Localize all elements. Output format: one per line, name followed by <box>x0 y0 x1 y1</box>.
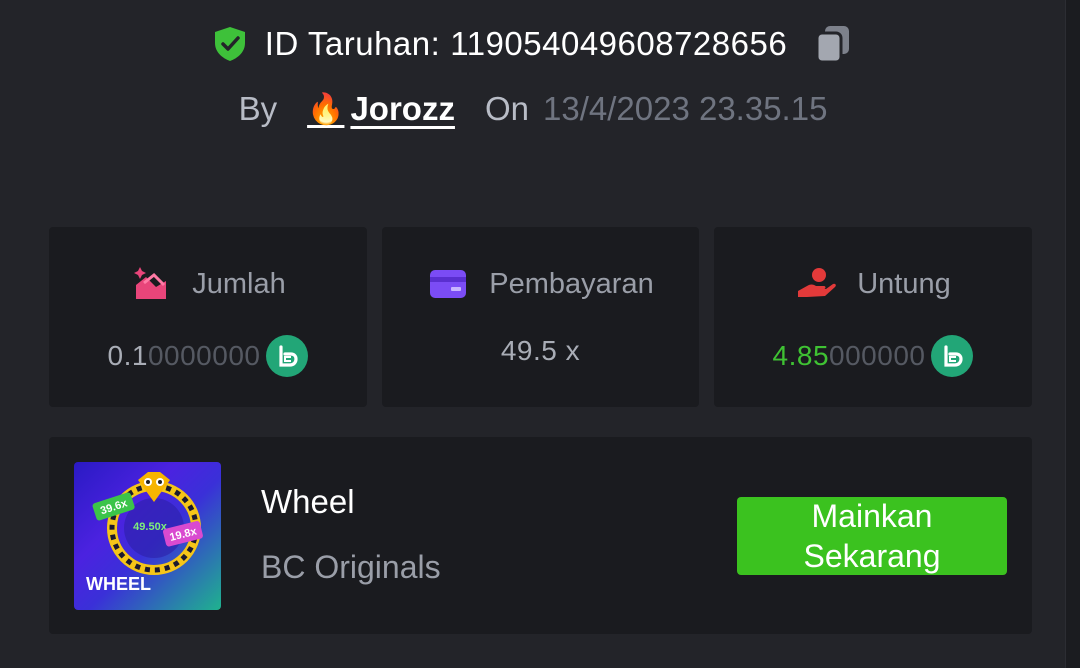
bet-id-row: ID Taruhan: 119054049608728656 <box>0 22 1066 66</box>
profit-label-row: Untung <box>714 265 1032 303</box>
by-label: By <box>238 90 278 127</box>
profit-label: Untung <box>857 267 951 300</box>
play-button-line1: Mainkan <box>811 498 933 534</box>
game-title[interactable]: Wheel <box>261 483 355 521</box>
amount-label-row: Jumlah <box>49 265 367 303</box>
profit-value-row: 4.85 000000 <box>714 335 1032 377</box>
profit-value-dim: 000000 <box>829 340 926 371</box>
play-button-line2: Sekarang <box>803 538 941 574</box>
bet-id-text: ID Taruhan: 119054049608728656 <box>265 25 787 63</box>
thumb-title: WHEEL <box>86 574 151 594</box>
profit-value-main: 4.85 <box>772 340 830 371</box>
profit-card: Untung 4.85 000000 <box>714 227 1032 407</box>
shield-check-icon <box>211 25 249 63</box>
payout-label-row: Pembayaran <box>382 265 699 303</box>
wallet-card-icon <box>427 265 469 303</box>
bc-coin-icon <box>266 335 309 377</box>
scrollbar-track[interactable] <box>1065 0 1080 668</box>
amount-card: Jumlah 0.1 0000000 <box>49 227 367 407</box>
username-link[interactable]: 🔥 Jorozz <box>307 90 455 128</box>
amount-value-dim: 0000000 <box>147 340 261 371</box>
amount-value-row: 0.1 0000000 <box>49 335 367 377</box>
game-thumbnail[interactable]: 39.6x 49.50x 19.8x WHEEL <box>74 462 221 610</box>
amount-label: Jumlah <box>192 267 286 300</box>
fire-icon: 🔥 <box>307 92 345 126</box>
payout-value-row: 49.5 x <box>382 335 699 367</box>
payout-card: Pembayaran 49.5 x <box>382 227 699 407</box>
profit-hand-icon <box>795 265 837 303</box>
play-now-button[interactable]: Mainkan Sekarang <box>737 497 1007 575</box>
game-card: 39.6x 49.50x 19.8x WHEEL Wheel BC Origin… <box>49 437 1032 634</box>
payout-value: 49.5 x <box>500 335 581 366</box>
on-label: On <box>484 90 529 127</box>
copy-icon[interactable] <box>811 22 855 66</box>
amount-value-main: 0.1 <box>107 340 148 371</box>
bet-id-label: ID Taruhan: <box>264 25 441 62</box>
thumb-label-2: 49.50x <box>133 521 168 533</box>
game-provider: BC Originals <box>261 549 441 585</box>
username: Jorozz <box>350 90 455 127</box>
payout-label: Pembayaran <box>489 267 654 300</box>
bet-datetime: 13/4/2023 23.35.15 <box>542 90 828 127</box>
bet-id-value: 119054049608728656 <box>450 25 788 62</box>
bet-amount-icon <box>130 265 172 303</box>
bc-coin-icon <box>931 335 974 377</box>
bet-meta-row: By 🔥 Jorozz On 13/4/2023 23.35.15 <box>0 90 1066 128</box>
bet-details-page: ID Taruhan: 119054049608728656 By 🔥 Joro… <box>0 0 1080 668</box>
